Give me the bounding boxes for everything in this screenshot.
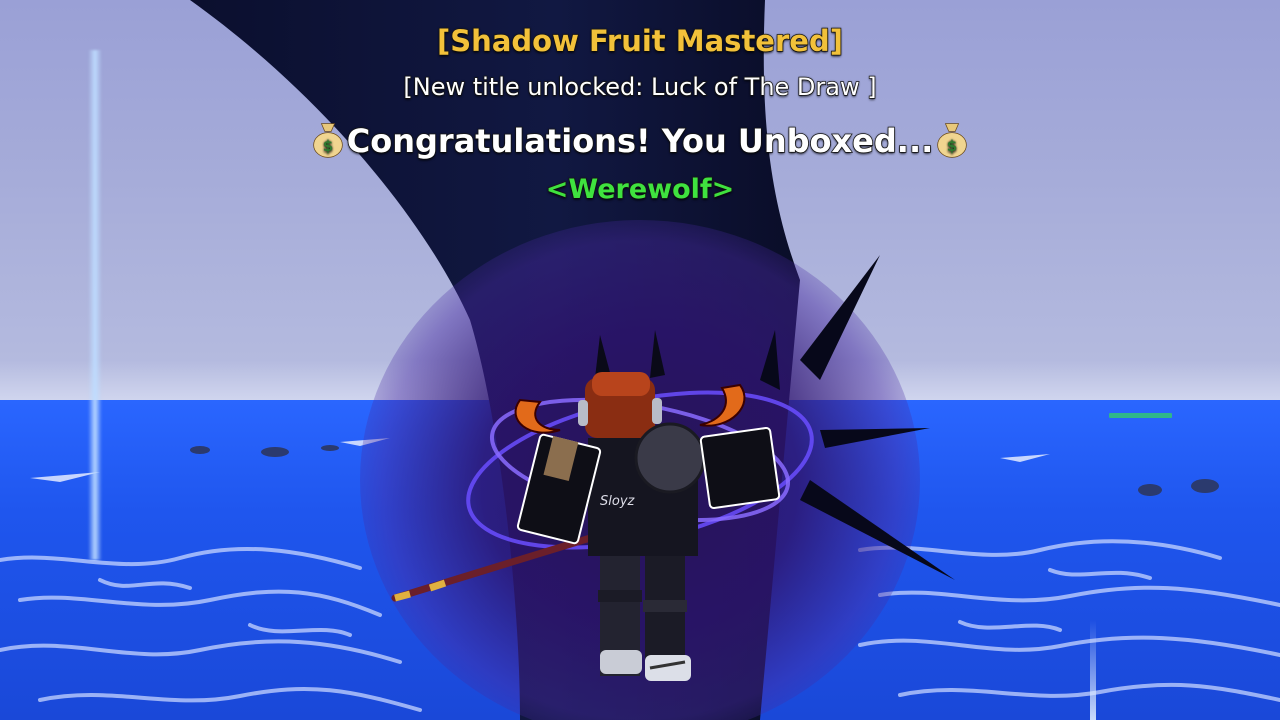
title-unlocked-notification: [New title unlocked: Luck of The Draw ] — [403, 72, 878, 102]
mastery-notification: [Shadow Fruit Mastered] — [436, 23, 843, 59]
svg-text:Sloyz: Sloyz — [600, 494, 636, 509]
money-bag-icon: $ — [937, 123, 967, 158]
unbox-text: Congratulations! You Unboxed... — [346, 121, 934, 161]
unbox-notification: $ Congratulations! You Unboxed... $ — [0, 120, 1280, 161]
notification-stack: [Shadow Fruit Mastered] [New title unloc… — [0, 0, 1280, 240]
money-bag-icon: $ — [313, 123, 343, 158]
svg-text:$: $ — [947, 137, 957, 155]
enemy-health-bar — [1109, 413, 1172, 418]
game-viewport[interactable]: Sloyz [Shadow Fruit Mastered] [New title… — [0, 0, 1280, 720]
unboxed-item-name: <Werewolf> — [545, 173, 735, 206]
shadow-spikes — [760, 255, 955, 580]
svg-text:$: $ — [323, 137, 333, 155]
